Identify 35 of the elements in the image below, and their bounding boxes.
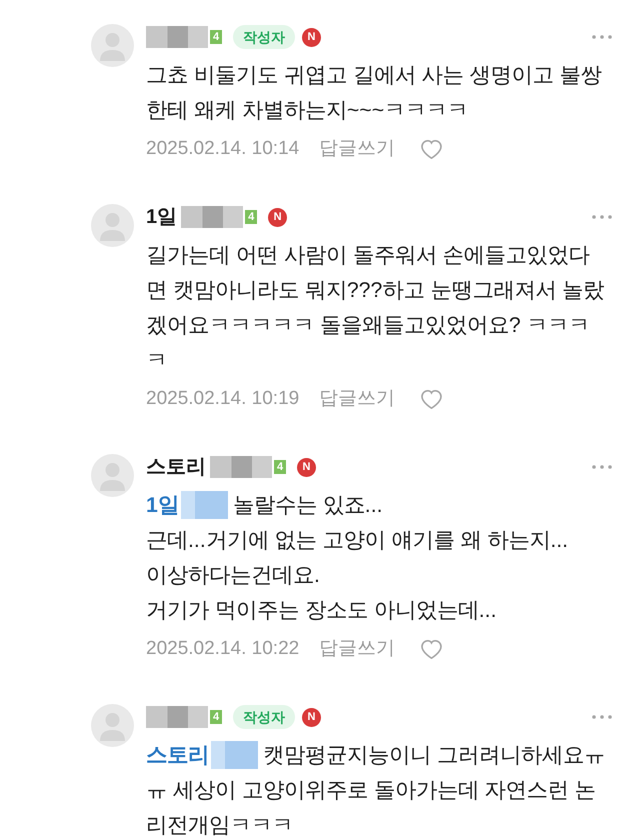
more-icon[interactable] <box>592 715 612 719</box>
heart-icon[interactable] <box>421 390 442 408</box>
comment-text: 그쵸 비둘기도 귀엽고 길에서 사는 생명이고 불쌍한테 왜케 차별하는지~~~ㅋㅋㅋㅋ <box>146 62 603 124</box>
level-badge: 4 <box>210 710 222 724</box>
comment-date: 2025.02.14. 10:19 <box>146 386 300 411</box>
reply-link[interactable]: 답글쓰기 <box>319 384 396 414</box>
new-badge: N <box>268 208 288 226</box>
new-badge: N <box>302 708 321 726</box>
level-badge: 4 <box>245 210 258 224</box>
author-name: 1일 <box>146 205 178 230</box>
heart-icon[interactable] <box>421 640 442 658</box>
comment-date: 2025.02.14. 10:22 <box>146 636 300 661</box>
reply-link[interactable]: 답글쓰기 <box>319 134 396 164</box>
mention-link[interactable]: 1일 <box>146 493 228 517</box>
heart-icon[interactable] <box>421 140 442 158</box>
more-icon[interactable] <box>592 465 612 469</box>
new-badge: N <box>302 28 321 46</box>
avatar-silhouette-icon <box>91 454 134 497</box>
comment-text: 1일 놀랄수는 있죠... 근데...거기에 없는 고양이 얘기를 왜 하는지... 이상하다는건데요. 거기가 먹이주는 장소도 아니었는데... <box>146 490 570 624</box>
reply-link[interactable]: 답글쓰기 <box>319 634 396 664</box>
mention-link[interactable]: 스토리 <box>146 743 258 767</box>
level-badge: 4 <box>274 460 286 474</box>
writer-badge: 작성자 <box>233 25 295 49</box>
level-badge: 4 <box>210 30 222 44</box>
comment-text: 스토리 캣맘평균지능이니 그러려니하세요ㅠㅠ 세상이 고양이위주로 돌아가는데 자연스런 논리전개임ㅋㅋㅋ <box>146 740 606 839</box>
avatar-silhouette-icon <box>91 704 134 747</box>
more-icon[interactable] <box>592 35 612 39</box>
writer-badge: 작성자 <box>233 705 295 729</box>
comment-date: 2025.02.14. 10:14 <box>146 136 300 161</box>
new-badge: N <box>297 458 316 476</box>
avatar-silhouette-icon <box>91 24 134 67</box>
author-name: 스토리 <box>146 455 206 480</box>
comment-text: 길가는데 어떤 사람이 돌주워서 손에들고있었다면 캣맘아니라도 뭐지???하고 눈땡그래져서 놀랐겠어요ㅋㅋㅋㅋㅋ 돌을왜들고있었어요? ㅋㅋㅋㅋ <box>146 242 606 374</box>
more-icon[interactable] <box>592 215 612 219</box>
avatar-silhouette-icon <box>91 204 134 247</box>
